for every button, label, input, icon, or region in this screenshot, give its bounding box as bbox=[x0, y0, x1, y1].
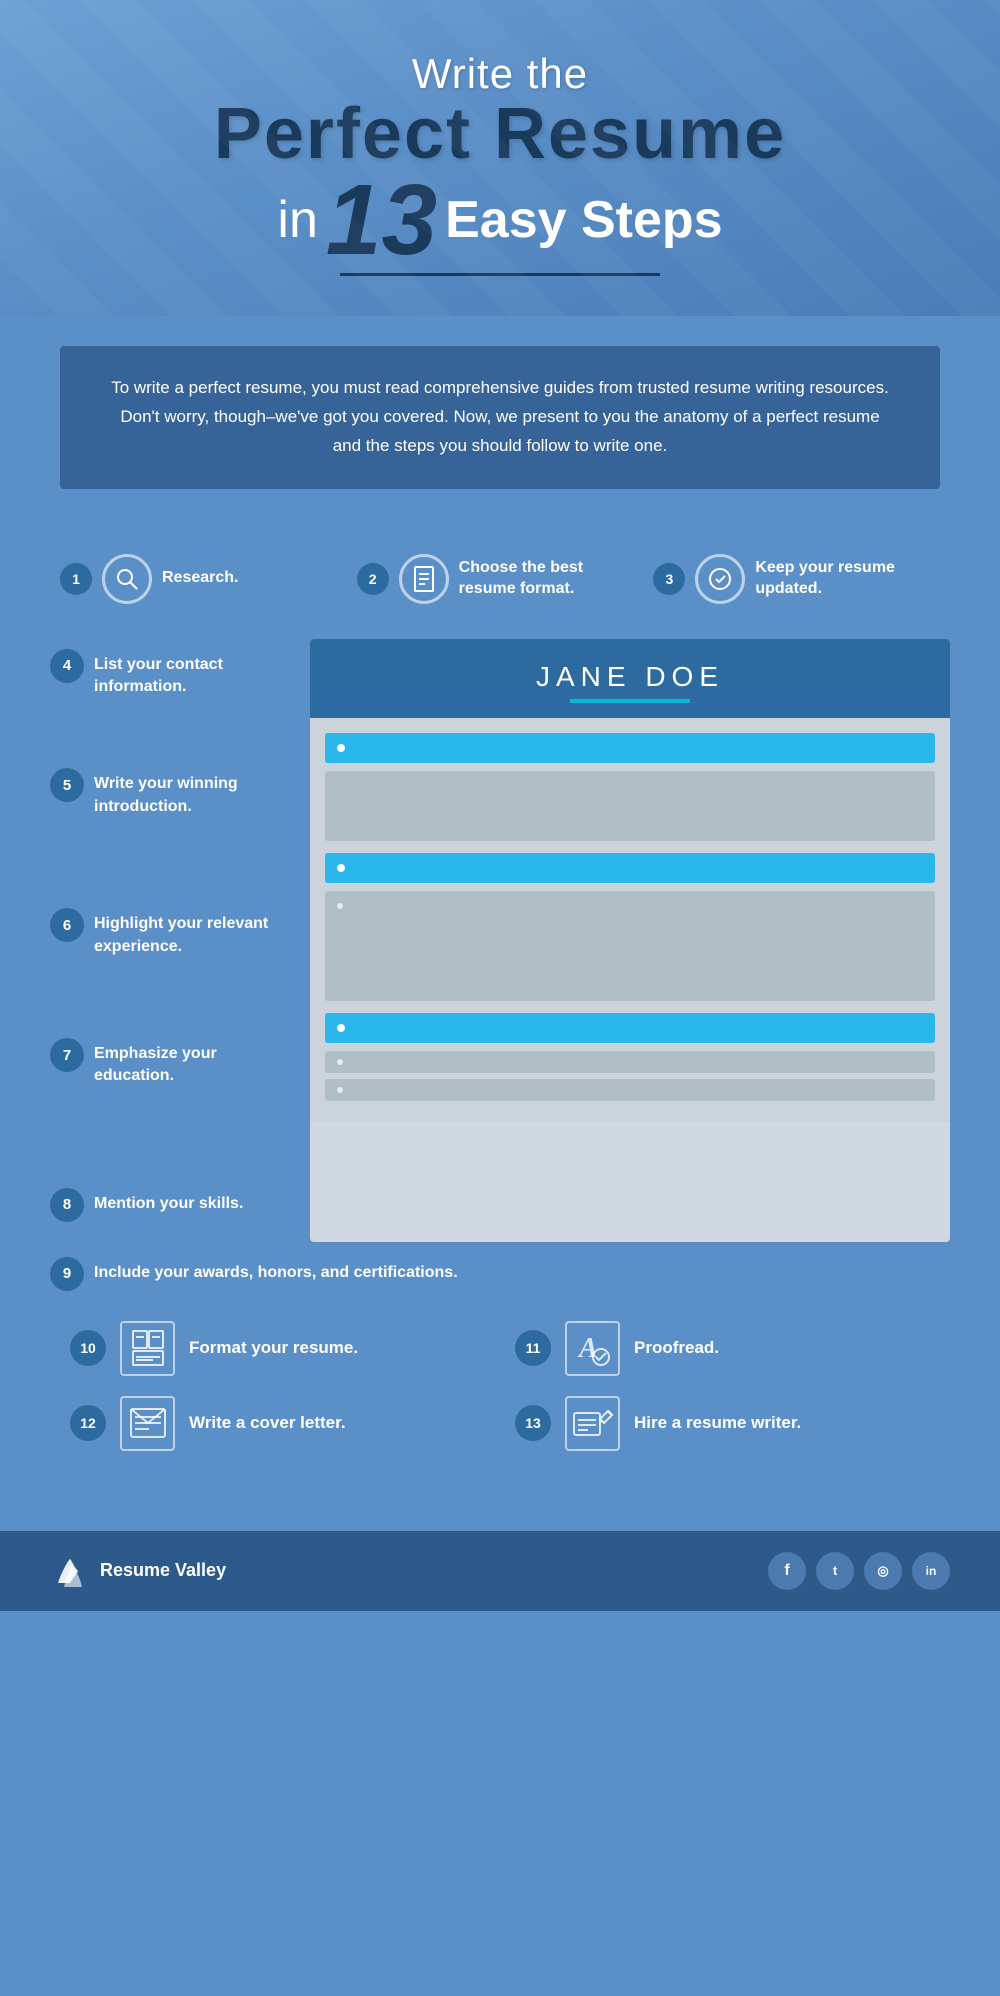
header-easy-steps: Easy Steps bbox=[445, 190, 723, 250]
header-13: 13 bbox=[326, 175, 437, 265]
step-10-badge: 10 bbox=[70, 1330, 106, 1366]
step-9-item: 9 Include your awards, honors, and certi… bbox=[50, 1257, 950, 1291]
header-underline bbox=[340, 273, 660, 276]
step-9-badge: 9 bbox=[50, 1257, 84, 1291]
footer-brand: Resume Valley bbox=[50, 1551, 226, 1591]
step-6-label: Highlight your relevant experience. bbox=[94, 908, 290, 958]
step-4-label: List your contact information. bbox=[94, 649, 290, 699]
writer-icon bbox=[565, 1396, 620, 1451]
step-12-label: Write a cover letter. bbox=[189, 1413, 346, 1433]
step-1-item: 1 Research. bbox=[60, 554, 347, 604]
facebook-button[interactable]: f bbox=[768, 1552, 806, 1590]
resume-intro-block bbox=[325, 771, 935, 841]
twitter-button[interactable]: t bbox=[816, 1552, 854, 1590]
step-7-item: 7 Emphasize your education. bbox=[50, 1038, 290, 1088]
resume-section: 4 List your contact information. 5 Write… bbox=[50, 639, 950, 1242]
resume-exp-block bbox=[325, 891, 935, 1001]
format-icon bbox=[120, 1321, 175, 1376]
header-section: Write the Perfect Resume in 13 Easy Step… bbox=[0, 0, 1000, 316]
step-6-item: 6 Highlight your relevant experience. bbox=[50, 908, 290, 958]
cover-letter-icon bbox=[120, 1396, 175, 1451]
step-11-item: 11 A Proofread. bbox=[515, 1321, 930, 1376]
intro-box: To write a perfect resume, you must read… bbox=[60, 346, 940, 489]
resume-mockup: JANE DOE bbox=[310, 639, 950, 1242]
step-7-badge: 7 bbox=[50, 1038, 84, 1072]
step-8-label: Mention your skills. bbox=[94, 1188, 243, 1215]
proofread-icon: A bbox=[565, 1321, 620, 1376]
footer: Resume Valley f t ◎ in bbox=[0, 1531, 1000, 1611]
document-icon bbox=[399, 554, 449, 604]
resume-intro-bar bbox=[325, 733, 935, 763]
linkedin-button[interactable]: in bbox=[912, 1552, 950, 1590]
step-12-badge: 12 bbox=[70, 1405, 106, 1441]
step-2-item: 2 Choose the best resume format. bbox=[357, 554, 644, 604]
step-4-item: 4 List your contact information. bbox=[50, 649, 290, 699]
step-3-badge: 3 bbox=[653, 563, 685, 595]
top-steps-row: 1 Research. 2 Choo bbox=[50, 539, 950, 629]
resume-skills-bar bbox=[325, 1013, 935, 1043]
instagram-button[interactable]: ◎ bbox=[864, 1552, 902, 1590]
main-content: 1 Research. 2 Choo bbox=[0, 519, 1000, 1501]
resume-skill-bar-2 bbox=[325, 1079, 935, 1101]
header-in: in bbox=[277, 190, 317, 250]
step-11-label: Proofread. bbox=[634, 1338, 719, 1358]
footer-social: f t ◎ in bbox=[768, 1552, 950, 1590]
step-1-label: Research. bbox=[162, 568, 239, 589]
step-8-badge: 8 bbox=[50, 1188, 84, 1222]
intro-text: To write a perfect resume, you must read… bbox=[110, 374, 890, 461]
header-perfect: Perfect Resume bbox=[80, 98, 920, 170]
step-12-item: 12 Write a cover letter. bbox=[70, 1396, 485, 1451]
left-steps: 4 List your contact information. 5 Write… bbox=[50, 639, 310, 1242]
resume-name: JANE DOE bbox=[330, 661, 930, 693]
step-10-item: 10 Format your resume. bbox=[70, 1321, 485, 1376]
resume-header-bar: JANE DOE bbox=[310, 639, 950, 718]
step-4-badge: 4 bbox=[50, 649, 84, 683]
step-5-badge: 5 bbox=[50, 768, 84, 802]
clock-check-icon bbox=[695, 554, 745, 604]
step-13-item: 13 Hire a resume writer. bbox=[515, 1396, 930, 1451]
step-9-label: Include your awards, honors, and certifi… bbox=[94, 1257, 458, 1284]
resume-body bbox=[310, 718, 950, 1122]
header-in-row: in 13 Easy Steps bbox=[80, 175, 920, 265]
step-7-label: Emphasize your education. bbox=[94, 1038, 290, 1088]
step-2-label: Choose the best resume format. bbox=[459, 558, 644, 600]
bottom-steps-grid: 10 Format your resume. 11 bbox=[50, 1321, 950, 1451]
step-6-badge: 6 bbox=[50, 908, 84, 942]
step-11-badge: 11 bbox=[515, 1330, 551, 1366]
resume-skill-bar-1 bbox=[325, 1051, 935, 1073]
step-3-item: 3 Keep your resume updated. bbox=[653, 554, 940, 604]
svg-text:A: A bbox=[577, 1333, 598, 1364]
resume-exp-bar bbox=[325, 853, 935, 883]
search-icon bbox=[102, 554, 152, 604]
step-2-badge: 2 bbox=[357, 563, 389, 595]
step-5-item: 5 Write your winning introduction. bbox=[50, 768, 290, 818]
step-1-badge: 1 bbox=[60, 563, 92, 595]
step-13-label: Hire a resume writer. bbox=[634, 1413, 801, 1433]
step-8-item: 8 Mention your skills. bbox=[50, 1188, 290, 1222]
step-13-badge: 13 bbox=[515, 1405, 551, 1441]
resume-valley-logo-icon bbox=[50, 1551, 90, 1591]
header-write: Write the bbox=[80, 50, 920, 98]
resume-name-underline bbox=[570, 699, 690, 703]
step-3-label: Keep your resume updated. bbox=[755, 558, 940, 600]
step-10-label: Format your resume. bbox=[189, 1338, 358, 1358]
footer-brand-text: Resume Valley bbox=[100, 1560, 226, 1581]
step-5-label: Write your winning introduction. bbox=[94, 768, 290, 818]
